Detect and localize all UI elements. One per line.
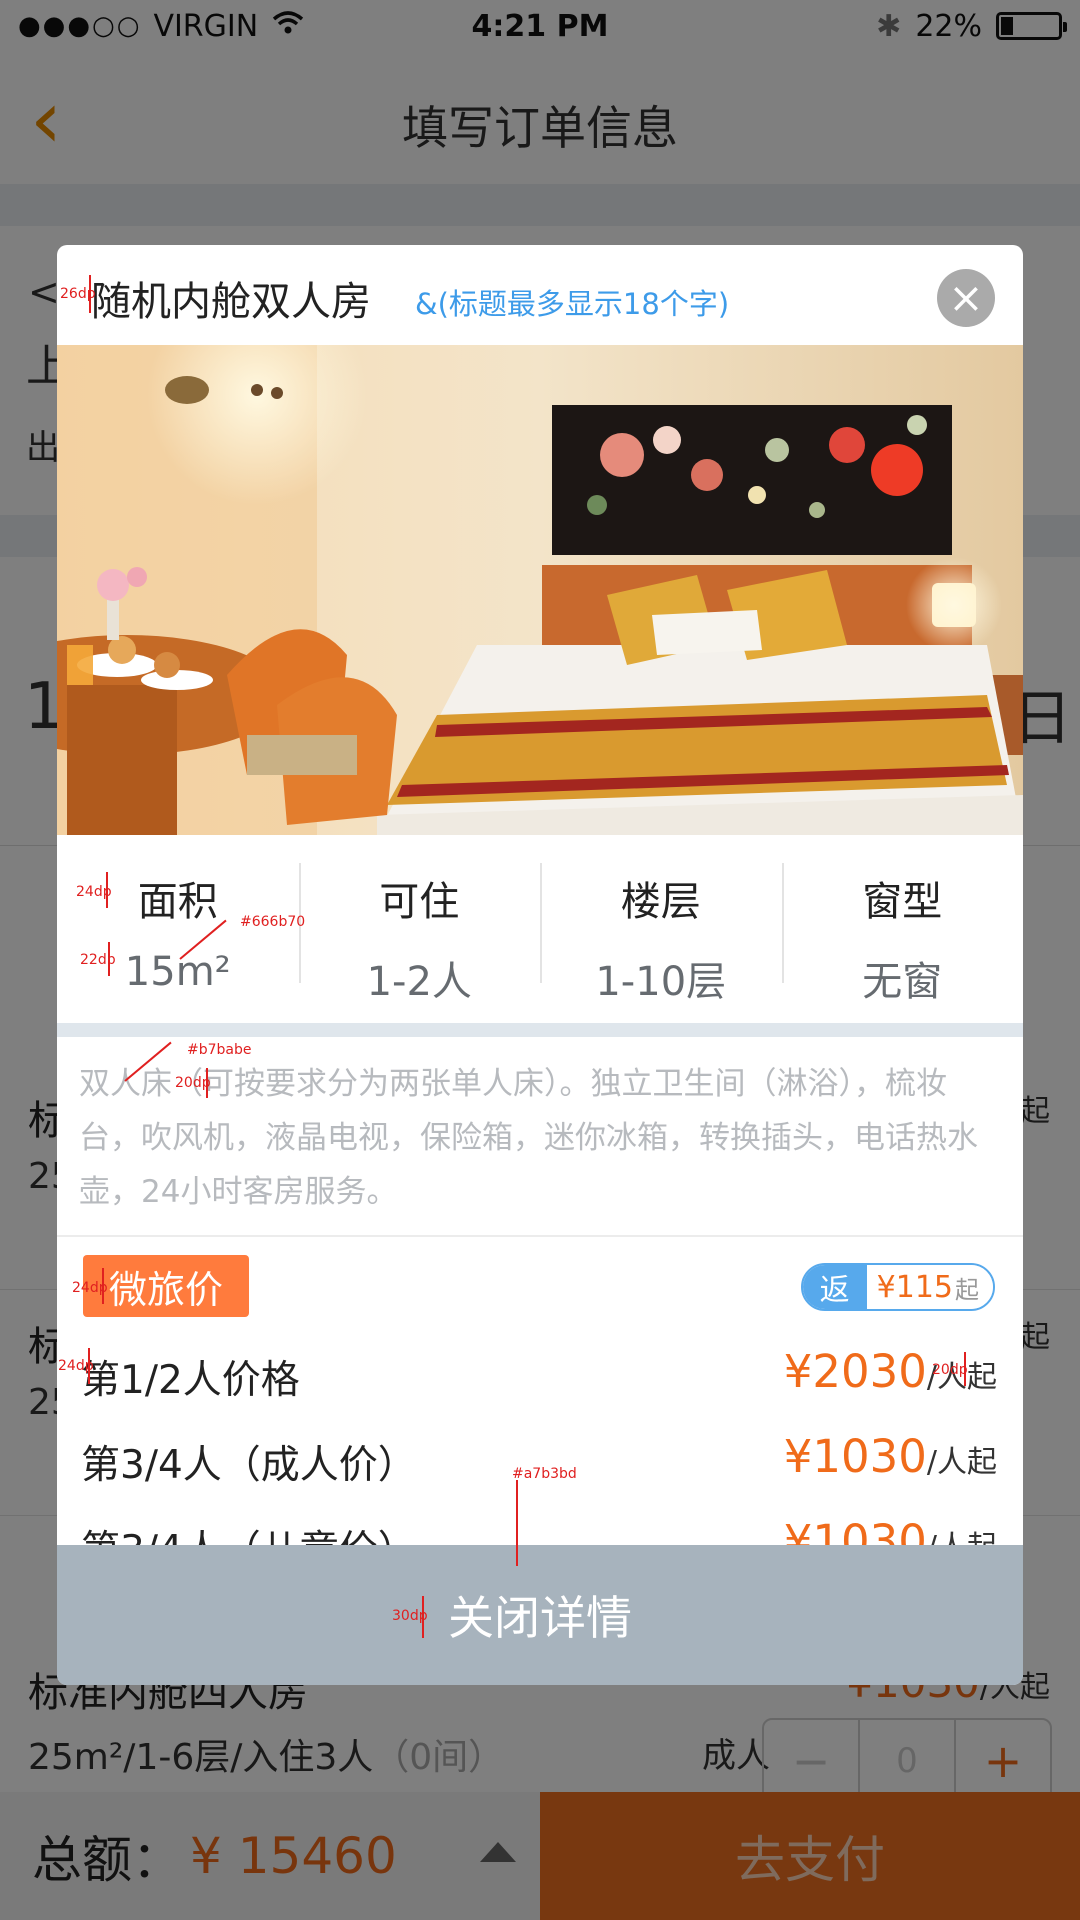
price-value: ¥1030/人起 (784, 1430, 997, 1483)
annotation-desc-color: #b7babe (187, 1042, 252, 1058)
annotation-stat-label-size: 24dp (76, 884, 112, 900)
room-stats: 面积 15m² 可住 1-2人 楼层 1-10层 窗型 无窗 (57, 845, 1024, 1005)
stat-value: 无窗 (862, 959, 943, 1005)
stat-value: 1-10层 (595, 959, 727, 1005)
modal-header: 随机内舱双人房 &(标题最多显示18个字) × (57, 245, 1023, 345)
stat-value: 1-2人 (366, 959, 472, 1005)
stat-window: 窗型 无窗 (781, 845, 1024, 1005)
price-label: 第3/4人（成人价） (81, 1443, 417, 1488)
annotation-line (516, 1480, 518, 1566)
rebate-amount: ¥115 (876, 1269, 953, 1305)
annotation-title-size: 26dp (60, 286, 96, 302)
annotation-stat-value-size: 22dp (80, 952, 116, 968)
annotation-stat-value-color: #666b70 (240, 914, 306, 930)
close-icon[interactable]: × (937, 269, 995, 327)
rebate-suffix: 起 (955, 1275, 979, 1304)
annotation-footer-size: 30dp (392, 1608, 428, 1624)
close-details-button[interactable]: 关闭详情 (57, 1545, 1023, 1685)
annotation-price-label-size: 24dp (58, 1358, 94, 1374)
price-unit: /人起 (926, 1445, 997, 1480)
price-amount: ¥2030 (783, 1345, 927, 1398)
annotation-tag-size: 24dp (72, 1280, 108, 1296)
annotation-footer-color: #a7b3bd (512, 1466, 577, 1482)
price-row: 第1/2人价格 ¥2030/人起 (81, 1345, 997, 1405)
divider (57, 1235, 1023, 1237)
title-hint: &(标题最多显示18个字) (415, 287, 730, 321)
rebate-amount-wrap: ¥115 起 (866, 1265, 993, 1309)
room-photo (57, 345, 1023, 835)
rebate-label: 返 (802, 1265, 867, 1309)
price-label: 第1/2人价格 (81, 1358, 300, 1403)
stat-label: 可住 (379, 879, 460, 925)
price-amount: ¥1030 (783, 1430, 927, 1483)
stat-label: 窗型 (862, 879, 943, 925)
section-divider (57, 1023, 1023, 1037)
stat-floor: 楼层 1-10层 (540, 845, 782, 1005)
room-title: 随机内舱双人房 (91, 279, 371, 325)
rebate-badge: 返 ¥115 起 (800, 1263, 995, 1311)
annotation-price-unit-size: 20dp (932, 1362, 968, 1378)
annotation-desc-size: 20dp (175, 1075, 211, 1091)
stat-label: 楼层 (620, 879, 701, 925)
room-description: 双人床（可按要求分为两张单人床）。独立卫生间（淋浴），梳妆台，吹风机，液晶电视，… (79, 1066, 978, 1210)
stat-capacity: 可住 1-2人 (298, 845, 541, 1005)
